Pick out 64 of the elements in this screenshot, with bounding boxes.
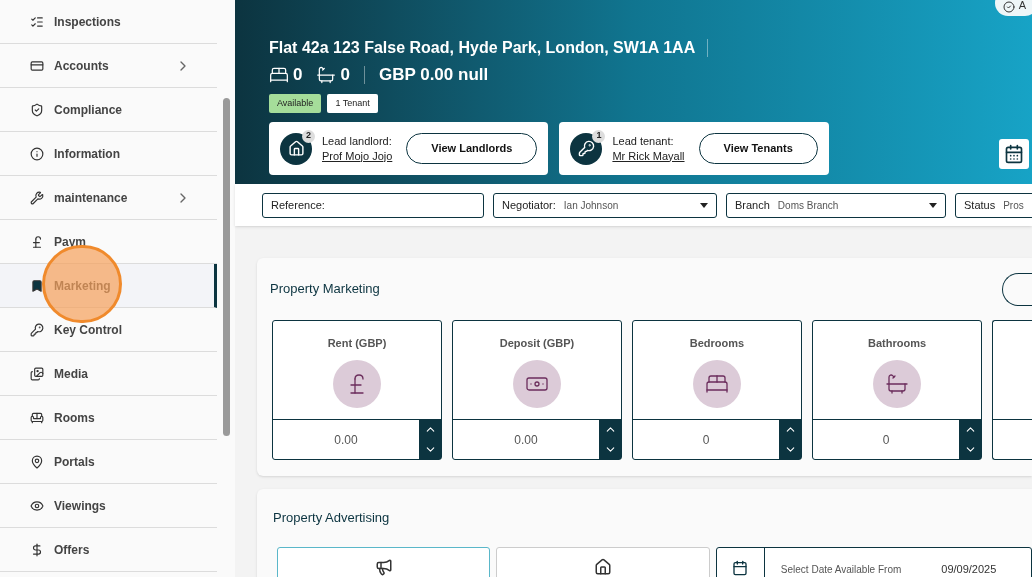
section-title: Property Marketing — [270, 280, 380, 299]
sidebar-item[interactable]: Media — [0, 352, 217, 396]
filter-field[interactable]: Branch Doms Branch — [726, 192, 946, 218]
number-input[interactable]: 0.00 — [273, 420, 419, 459]
sidebar-item[interactable]: Accounts — [0, 44, 217, 88]
date-field[interactable]: Select Date Available From 09/09/2025 — [715, 547, 1032, 577]
sidebar-item[interactable]: Viewings — [0, 484, 217, 528]
section-title: Property Advertising — [273, 509, 390, 528]
calendar-icon — [732, 560, 749, 576]
key-icon — [577, 140, 595, 157]
number-input[interactable]: 0 — [813, 420, 959, 459]
scrollbar[interactable] — [222, 98, 230, 436]
house-icon — [287, 140, 305, 157]
stat-label: Deposit (GBP) — [499, 336, 575, 351]
filter-field[interactable]: Reference: — [262, 192, 484, 218]
stat-label: Rent (GBP) — [327, 336, 387, 351]
info-icon — [30, 146, 44, 161]
property-price: GBP 0.00 null — [378, 64, 489, 86]
sidebar-item[interactable]: Compliance — [0, 88, 217, 132]
filter-field[interactable]: Negotiator: Ian Johnson — [493, 192, 717, 218]
status-badge: 1 Tenant — [327, 93, 378, 113]
bookmark-icon — [30, 278, 44, 293]
count-badge: 1 — [592, 129, 606, 143]
bathroom-count: 0 — [340, 64, 350, 86]
contact-role: Lead tenant: — [612, 133, 675, 149]
status-badge: Available — [269, 93, 322, 113]
sidebar-item[interactable]: Portals — [0, 440, 217, 484]
property-address: Flat 42a 123 False Road, Hyde Park, London, SW1A 1AA — [269, 38, 696, 58]
sidebar-item[interactable]: Offers — [0, 528, 217, 572]
checklist-icon — [30, 14, 44, 29]
dollar-icon — [30, 542, 44, 557]
number-input[interactable]: 0.00 — [453, 420, 599, 459]
caret-icon — [700, 202, 708, 208]
stat-label: Bathrooms — [867, 336, 927, 351]
house-icon — [594, 558, 613, 576]
bath-icon — [885, 371, 909, 396]
stat-label: Bedrooms — [689, 336, 745, 351]
sidebar-item[interactable]: Information — [0, 132, 217, 176]
number-input[interactable]: 0 — [633, 420, 779, 459]
contact-role: Lead landlord: — [322, 133, 393, 149]
filter-field[interactable]: Status Pros — [955, 192, 1032, 218]
calendar-button[interactable] — [999, 139, 1029, 169]
sidebar-item[interactable]: Inspections — [0, 0, 217, 44]
key-icon — [30, 322, 44, 337]
caret-icon — [929, 202, 937, 208]
pin-icon — [30, 454, 44, 469]
count-badge: 2 — [302, 129, 315, 143]
shield-icon — [30, 102, 44, 117]
pound-icon — [30, 234, 44, 249]
bath-icon — [316, 64, 337, 85]
calendar-icon — [1004, 144, 1024, 164]
card-icon — [30, 58, 44, 73]
images-icon — [30, 366, 44, 381]
check-circle-icon — [1002, 1, 1015, 13]
contact-link[interactable]: Prof Mojo Jojo — [322, 148, 393, 164]
wrench-icon — [30, 190, 44, 205]
sofa-icon — [30, 410, 44, 425]
contact-link[interactable]: Mr Rick Mayall — [612, 148, 685, 164]
eye-icon — [30, 498, 44, 513]
bedroom-count: 0 — [293, 64, 303, 86]
status-pill[interactable]: A — [994, 0, 1032, 16]
megaphone-icon — [374, 558, 393, 576]
sidebar-item[interactable]: Rooms — [0, 396, 217, 440]
sidebar-item[interactable]: maintenance — [0, 176, 217, 220]
